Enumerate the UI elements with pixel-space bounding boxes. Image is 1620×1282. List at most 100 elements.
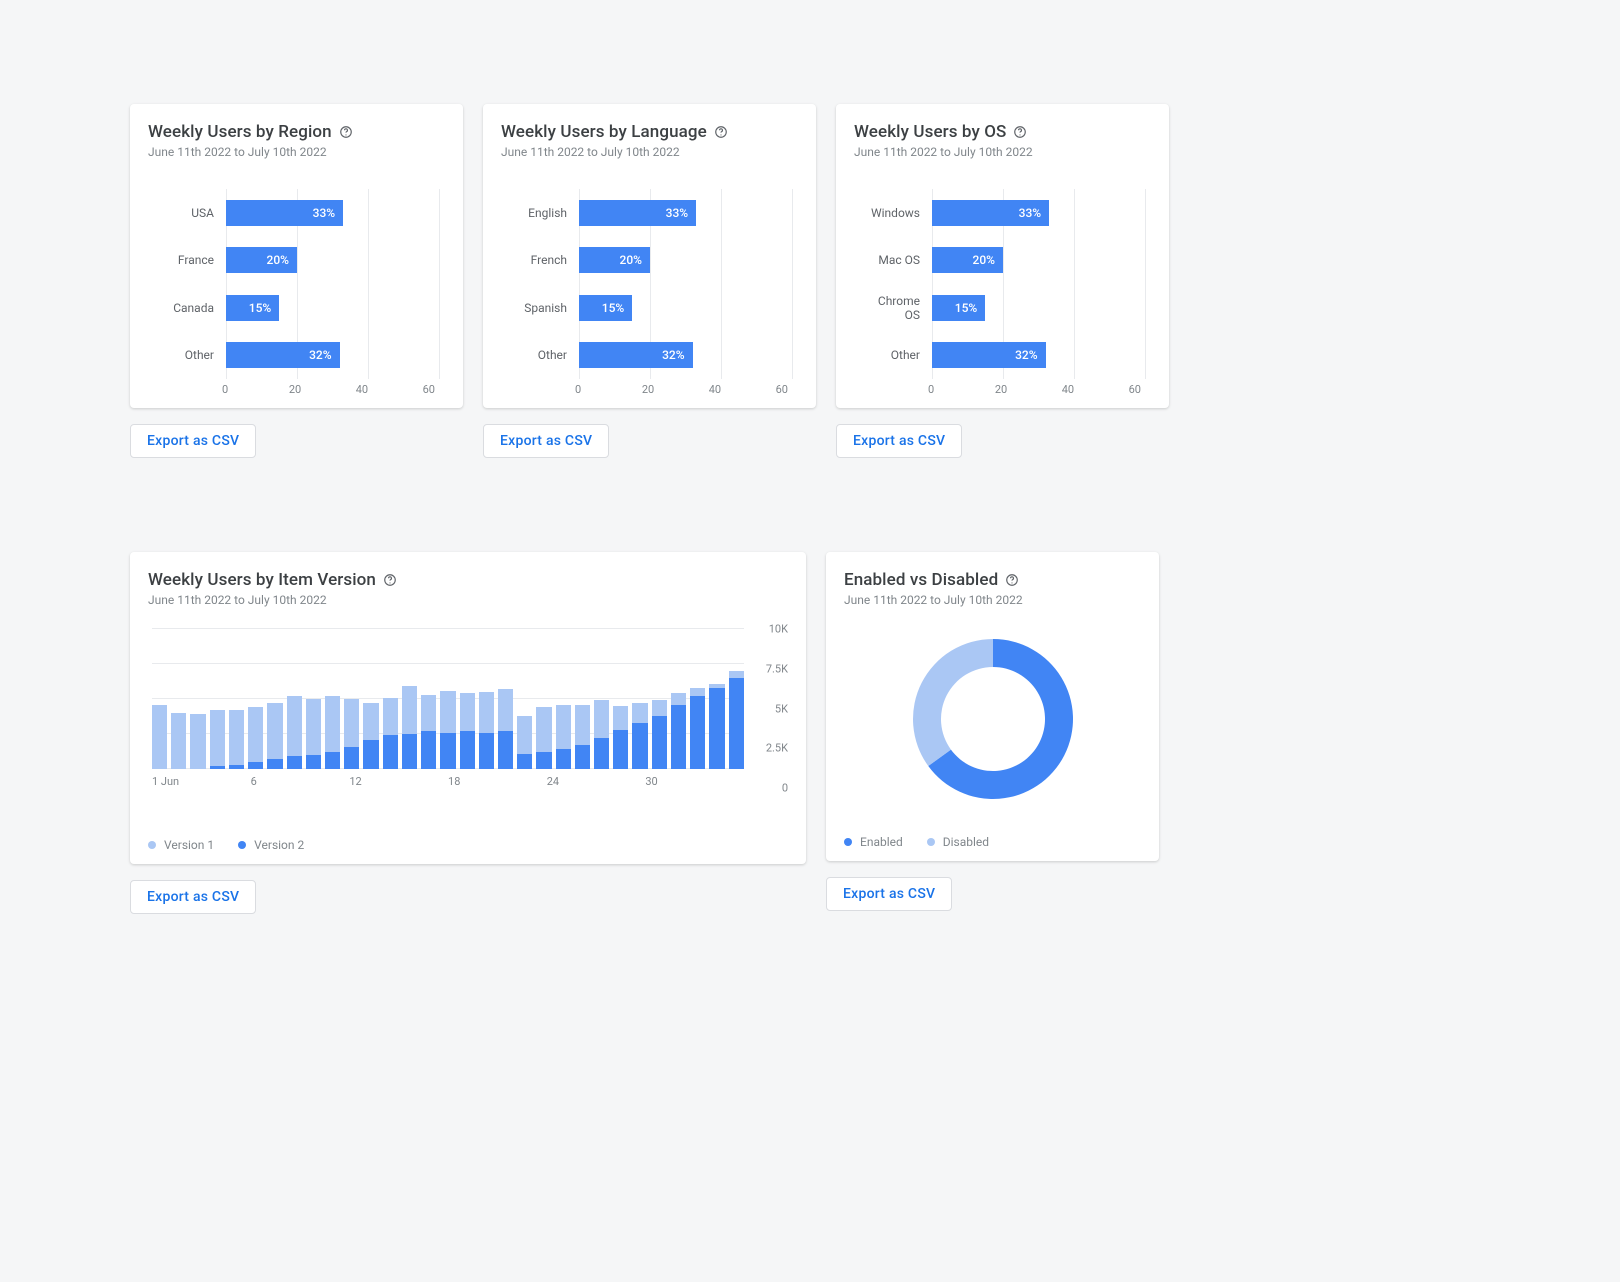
chart-bar-row: Windows33% <box>862 198 1145 228</box>
chart-bar-row: Canada15% <box>156 293 439 323</box>
axis-tick: 2.5K <box>766 742 788 755</box>
axis-tick: 18 <box>448 775 547 788</box>
chart-bar <box>383 698 398 769</box>
card-title-text: Enabled vs Disabled <box>844 570 998 590</box>
card-title-text: Weekly Users by Region <box>148 122 332 142</box>
enabled-column: Enabled vs Disabled June 11th 2022 to Ju… <box>826 552 1159 914</box>
axis-tick: 20 <box>642 383 709 396</box>
card-title: Enabled vs Disabled <box>844 570 1141 590</box>
card-title: Weekly Users by Region <box>148 122 445 142</box>
chart-bar: 20% <box>579 247 650 273</box>
axis-tick: 0 <box>928 383 995 396</box>
axis-tick: 0 <box>222 383 289 396</box>
legend-label: Enabled <box>860 835 903 849</box>
region-card: Weekly Users by Region June 11th 2022 to… <box>130 104 463 408</box>
axis-tick: 0 <box>782 782 788 795</box>
chart-bar <box>613 706 628 769</box>
card-title-text: Weekly Users by Item Version <box>148 570 376 590</box>
chart-category-label: France <box>156 253 226 267</box>
chart-bar <box>229 710 244 769</box>
help-icon[interactable] <box>1005 573 1019 587</box>
region-chart: USA33%France20%Canada15%Other32%0204060 <box>156 189 439 396</box>
chart-bar <box>652 700 667 769</box>
chart-bar-row: Other32% <box>509 340 792 370</box>
chart-bar <box>594 700 609 769</box>
legend-swatch-icon <box>148 841 156 849</box>
export-csv-button[interactable]: Export as CSV <box>483 424 609 458</box>
card-subtitle: June 11th 2022 to July 10th 2022 <box>501 145 798 159</box>
chart-category-label: English <box>509 206 579 220</box>
chart-bar <box>460 693 475 769</box>
card-title: Weekly Users by Language <box>501 122 798 142</box>
axis-tick: 6 <box>251 775 350 788</box>
region-column: Weekly Users by Region June 11th 2022 to… <box>130 104 463 458</box>
chart-bar <box>632 703 647 769</box>
legend-swatch-icon <box>238 841 246 849</box>
chart-bar <box>729 671 744 769</box>
language-card: Weekly Users by Language June 11th 2022 … <box>483 104 816 408</box>
legend-item: Enabled <box>844 835 903 849</box>
axis-tick: 20 <box>995 383 1062 396</box>
chart-category-label: Other <box>509 348 579 362</box>
export-csv-button[interactable]: Export as CSV <box>130 880 256 914</box>
enabled-card: Enabled vs Disabled June 11th 2022 to Ju… <box>826 552 1159 861</box>
legend-swatch-icon <box>844 838 852 846</box>
axis-tick: 0 <box>575 383 642 396</box>
chart-bar: 20% <box>226 247 297 273</box>
help-icon[interactable] <box>383 573 397 587</box>
chart-bar: 33% <box>579 200 696 226</box>
axis-tick: 40 <box>1062 383 1129 396</box>
chart-bar <box>671 693 686 769</box>
chart-bar: 33% <box>932 200 1049 226</box>
chart-bar-row: French20% <box>509 245 792 275</box>
chart-bar <box>709 684 724 769</box>
chart-bar <box>267 703 282 769</box>
chart-category-label: Mac OS <box>862 253 932 267</box>
os-card: Weekly Users by OS June 11th 2022 to Jul… <box>836 104 1169 408</box>
language-chart: English33%French20%Spanish15%Other32%020… <box>509 189 792 396</box>
chart-bar: 33% <box>226 200 343 226</box>
chart-bar <box>690 688 705 769</box>
chart-bar <box>171 713 186 769</box>
chart-category-label: Chrome OS <box>862 294 932 322</box>
export-csv-button[interactable]: Export as CSV <box>826 877 952 911</box>
legend-item: Disabled <box>927 835 989 849</box>
chart-category-label: Windows <box>862 206 932 220</box>
version-column: Weekly Users by Item Version June 11th 2… <box>130 552 806 914</box>
help-icon[interactable] <box>339 125 353 139</box>
chart-bar <box>306 699 321 769</box>
help-icon[interactable] <box>714 125 728 139</box>
chart-bar <box>517 716 532 769</box>
chart-category-label: French <box>509 253 579 267</box>
chart-bar <box>287 696 302 769</box>
card-title-text: Weekly Users by OS <box>854 122 1006 142</box>
chart-category-label: Other <box>156 348 226 362</box>
axis-tick: 1 Jun <box>152 775 251 788</box>
chart-bar <box>440 691 455 769</box>
axis-tick: 60 <box>1129 383 1141 396</box>
chart-bar <box>344 699 359 769</box>
chart-bar <box>556 705 571 769</box>
axis-tick: 60 <box>423 383 435 396</box>
legend-label: Version 1 <box>164 838 214 852</box>
chart-bar <box>498 689 513 769</box>
enabled-legend: Enabled Disabled <box>844 835 1141 849</box>
chart-bar <box>575 705 590 769</box>
card-title: Weekly Users by Item Version <box>148 570 788 590</box>
chart-bar <box>325 696 340 769</box>
chart-bar: 32% <box>579 342 693 368</box>
chart-bar-row: English33% <box>509 198 792 228</box>
help-icon[interactable] <box>1013 125 1027 139</box>
axis-tick: 24 <box>547 775 646 788</box>
chart-bar-row: Other32% <box>862 340 1145 370</box>
chart-bar <box>421 695 436 769</box>
axis-tick: 60 <box>776 383 788 396</box>
chart-bar: 15% <box>932 295 985 321</box>
axis-tick: 40 <box>356 383 423 396</box>
chart-bar: 32% <box>226 342 340 368</box>
export-csv-button[interactable]: Export as CSV <box>836 424 962 458</box>
version-legend: Version 1 Version 2 <box>148 838 788 852</box>
chart-bar: 15% <box>579 295 632 321</box>
export-csv-button[interactable]: Export as CSV <box>130 424 256 458</box>
chart-bar-row: USA33% <box>156 198 439 228</box>
